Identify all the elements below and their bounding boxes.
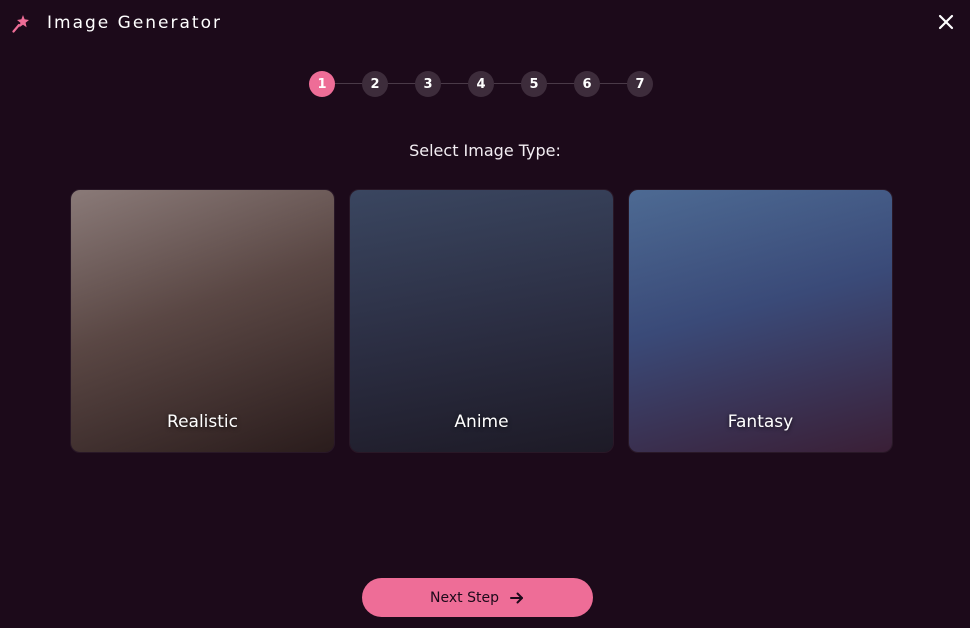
step-5[interactable]: 5: [521, 71, 547, 97]
image-type-options: Realistic Anime Fantasy: [70, 189, 893, 453]
next-step-label: Next Step: [430, 589, 499, 606]
step-indicator: 1 2 3 4 5 6 7: [309, 71, 653, 97]
close-icon: [938, 14, 954, 30]
image-generator-window: Image Generator 1 2 3 4 5 6 7 Select Ima…: [0, 0, 970, 628]
image-type-card-fantasy[interactable]: Fantasy: [628, 189, 893, 453]
section-title: Select Image Type:: [409, 141, 561, 160]
card-label: Fantasy: [727, 412, 794, 432]
image-type-card-anime[interactable]: Anime: [349, 189, 614, 453]
step-3[interactable]: 3: [415, 71, 441, 97]
step-1[interactable]: 1: [309, 71, 335, 97]
step-4[interactable]: 4: [468, 71, 494, 97]
next-step-button[interactable]: Next Step: [362, 578, 593, 617]
step-6[interactable]: 6: [574, 71, 600, 97]
close-button[interactable]: [936, 12, 956, 32]
card-label: Anime: [454, 412, 509, 432]
sparkle-wand-icon: [12, 15, 29, 33]
arrow-right-icon: [509, 592, 523, 603]
title-bar: Image Generator: [12, 10, 222, 36]
step-2[interactable]: 2: [362, 71, 388, 97]
card-label: Realistic: [167, 412, 238, 432]
step-7[interactable]: 7: [627, 71, 653, 97]
app-title: Image Generator: [47, 13, 222, 33]
image-type-card-realistic[interactable]: Realistic: [70, 189, 335, 453]
